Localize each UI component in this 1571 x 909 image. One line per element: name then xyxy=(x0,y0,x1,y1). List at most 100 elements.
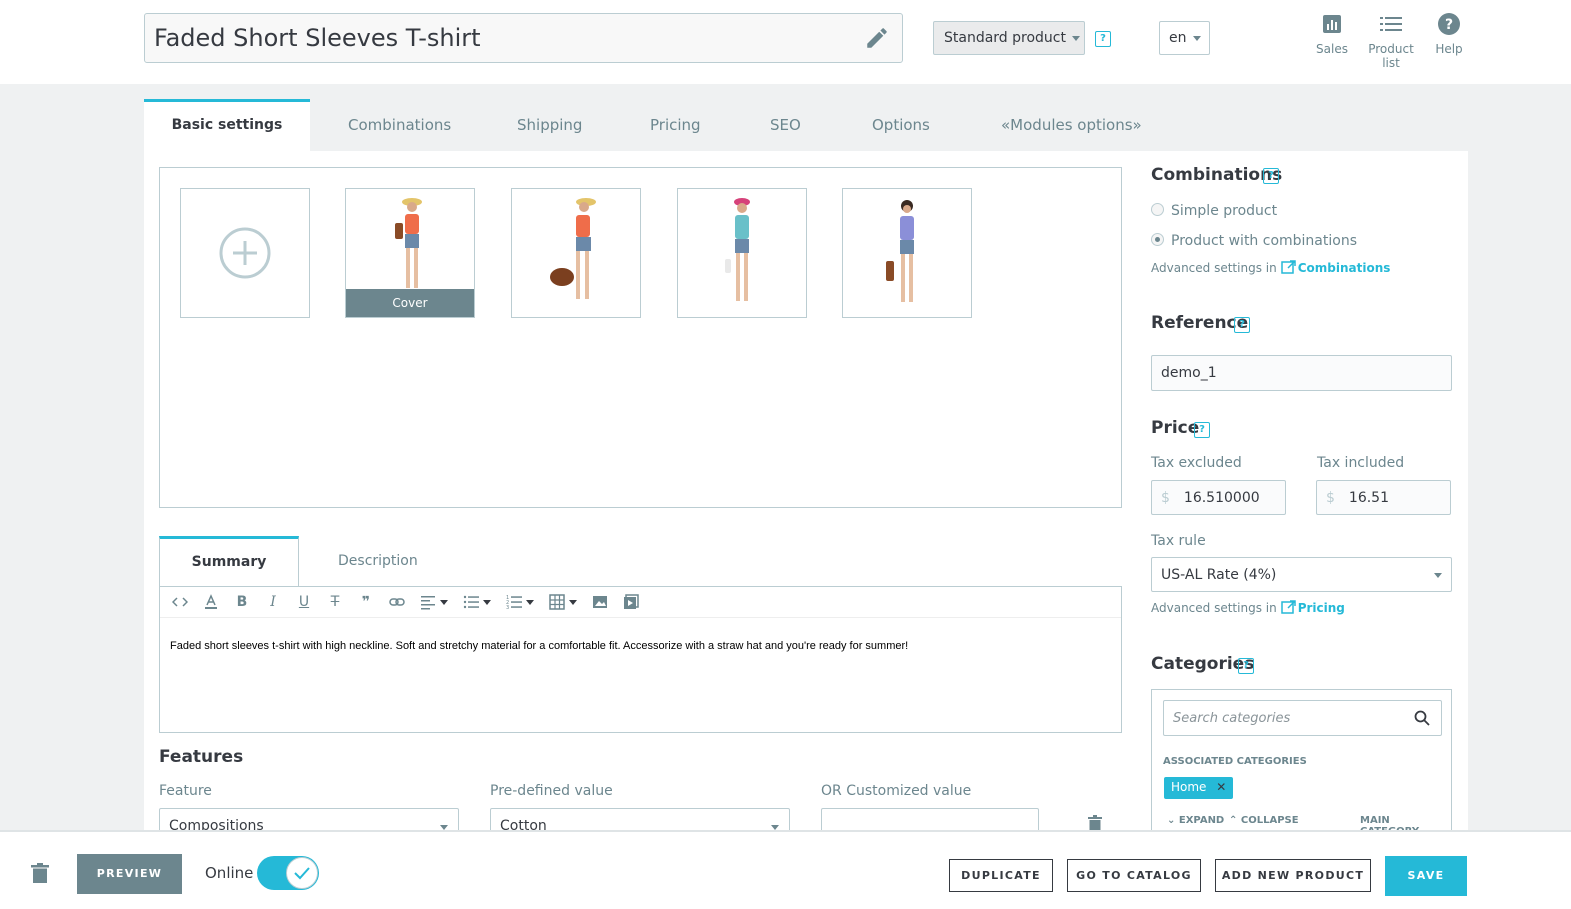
tax-rule-label: Tax rule xyxy=(1151,533,1206,549)
check-icon xyxy=(286,857,318,889)
language-select[interactable]: en xyxy=(1159,21,1210,55)
bullet-list-dropdown[interactable] xyxy=(459,590,495,614)
chevron-down-icon xyxy=(526,599,534,605)
tab-options[interactable]: Options xyxy=(872,99,930,152)
tax-excluded-value: 16.510000 xyxy=(1183,490,1260,506)
online-toggle[interactable] xyxy=(257,856,319,890)
chevron-down-icon xyxy=(483,599,491,605)
product-image-cover[interactable]: Cover xyxy=(345,188,475,318)
tab-pricing[interactable]: Pricing xyxy=(650,99,701,152)
advanced-settings-pricing: Advanced settings in Pricing xyxy=(1151,600,1345,615)
tab-summary[interactable]: Summary xyxy=(159,536,299,587)
tax-rule-value: US-AL Rate (4%) xyxy=(1161,567,1277,583)
product-image[interactable] xyxy=(677,188,807,318)
numbered-list-dropdown[interactable]: 123 xyxy=(502,590,538,614)
blockquote-icon[interactable]: ❞ xyxy=(354,590,378,614)
sales-link[interactable]: Sales xyxy=(1312,12,1352,56)
save-button[interactable]: SAVE xyxy=(1385,856,1467,896)
numbered-list-icon: 123 xyxy=(506,595,522,610)
help-icon[interactable]: ? xyxy=(1234,317,1250,333)
product-name-field[interactable]: Faded Short Sleeves T-shirt xyxy=(144,13,903,63)
remove-category-icon[interactable]: ✕ xyxy=(1216,780,1226,794)
collapse-label: COLLAPSE xyxy=(1240,815,1299,826)
help-label: Help xyxy=(1435,42,1463,56)
product-photo xyxy=(725,198,750,301)
product-list-label: Product list xyxy=(1368,42,1414,70)
pricing-link[interactable]: Pricing xyxy=(1298,601,1345,615)
currency-symbol: $ xyxy=(1161,490,1170,506)
italic-icon[interactable]: I xyxy=(261,590,285,614)
code-icon[interactable] xyxy=(168,590,192,614)
pencil-icon[interactable] xyxy=(864,25,890,51)
help-link[interactable]: ? Help xyxy=(1433,12,1465,56)
product-list-link[interactable]: Product list xyxy=(1358,12,1424,70)
reference-value: demo_1 xyxy=(1161,365,1217,381)
tax-excluded-input[interactable]: $16.510000 xyxy=(1151,480,1286,515)
customized-value-label: OR Customized value xyxy=(821,783,972,799)
bullet-list-icon xyxy=(463,595,479,609)
tab-seo[interactable]: SEO xyxy=(770,99,801,152)
help-icon[interactable]: ? xyxy=(1263,168,1279,184)
table-dropdown[interactable] xyxy=(545,590,581,614)
simple-product-label: Simple product xyxy=(1171,203,1278,219)
chevron-down-icon xyxy=(1072,35,1080,41)
chevron-down-icon xyxy=(1434,573,1442,578)
add-new-product-button[interactable]: ADD NEW PRODUCT xyxy=(1215,859,1371,892)
expand-button[interactable]: ⌄ EXPAND xyxy=(1167,815,1224,826)
tab-shipping[interactable]: Shipping xyxy=(517,99,582,152)
delete-feature-icon[interactable] xyxy=(1088,815,1102,831)
help-icon[interactable]: ? xyxy=(1194,422,1210,438)
list-icon xyxy=(1380,17,1402,31)
category-chip-home: Home ✕ xyxy=(1164,777,1234,799)
chevron-down-icon xyxy=(569,599,577,605)
align-dropdown[interactable] xyxy=(416,590,452,614)
external-link-icon xyxy=(1280,260,1296,274)
product-image[interactable] xyxy=(842,188,972,318)
preview-button[interactable]: PREVIEW xyxy=(77,854,182,894)
tab-description[interactable]: Description xyxy=(338,536,418,587)
category-search-input[interactable]: Search categories xyxy=(1163,700,1442,736)
svg-text:?: ? xyxy=(1445,17,1453,33)
product-photo xyxy=(550,198,596,299)
media-icon[interactable] xyxy=(619,590,643,614)
tab-combinations[interactable]: Combinations xyxy=(348,99,451,152)
duplicate-button[interactable]: DUPLICATE xyxy=(949,859,1053,892)
go-to-catalog-button[interactable]: GO TO CATALOG xyxy=(1067,859,1201,892)
summary-text[interactable]: Faded short sleeves t-shirt with high ne… xyxy=(160,618,1121,652)
add-image-button[interactable] xyxy=(180,188,310,318)
chevron-down-icon xyxy=(1192,35,1201,41)
reference-input[interactable]: demo_1 xyxy=(1151,355,1452,391)
summary-editor[interactable]: B I U T ❞ 123 Faded short sleeves t-shir… xyxy=(159,586,1122,733)
feature-label: Feature xyxy=(159,783,212,799)
price-title: Price xyxy=(1151,418,1200,438)
text-color-icon[interactable] xyxy=(199,590,223,614)
language-value: en xyxy=(1169,30,1187,46)
delete-product-icon[interactable] xyxy=(31,863,49,883)
help-icon[interactable]: ? xyxy=(1095,31,1111,47)
tax-included-label: Tax included xyxy=(1317,455,1405,471)
chevron-down-icon xyxy=(440,599,448,605)
product-image[interactable] xyxy=(511,188,641,318)
product-name-text[interactable]: Faded Short Sleeves T-shirt xyxy=(154,24,481,52)
strikethrough-icon[interactable]: T xyxy=(323,590,347,614)
product-type-select[interactable]: Standard product xyxy=(933,21,1085,55)
link-icon[interactable] xyxy=(385,590,409,614)
advanced-settings-label: Advanced settings in xyxy=(1151,261,1277,275)
underline-icon[interactable]: U xyxy=(292,590,316,614)
bold-icon[interactable]: B xyxy=(230,590,254,614)
search-icon[interactable] xyxy=(1414,710,1430,726)
tab-basic-settings[interactable]: Basic settings xyxy=(144,99,310,152)
image-icon[interactable] xyxy=(588,590,612,614)
simple-product-radio[interactable]: Simple product xyxy=(1151,203,1277,219)
bar-chart-icon xyxy=(1323,15,1341,33)
table-icon xyxy=(549,594,565,610)
tax-excluded-label: Tax excluded xyxy=(1151,455,1242,471)
combinations-link[interactable]: Combinations xyxy=(1298,261,1391,275)
tax-rule-select[interactable]: US-AL Rate (4%) xyxy=(1151,557,1452,592)
summary-description-tabs: Summary Description xyxy=(159,536,1122,587)
collapse-button[interactable]: ⌃ COLLAPSE xyxy=(1229,815,1299,826)
help-icon[interactable]: ? xyxy=(1238,658,1254,674)
product-with-combinations-radio[interactable]: Product with combinations xyxy=(1151,233,1357,249)
tab-modules-options[interactable]: «Modules options» xyxy=(1001,99,1142,152)
tax-included-input[interactable]: $16.51 xyxy=(1316,480,1451,515)
